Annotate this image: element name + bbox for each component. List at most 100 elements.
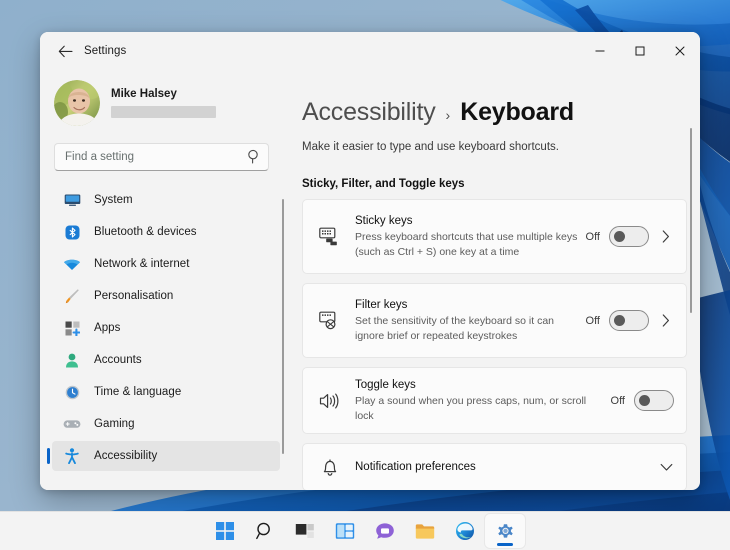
toggle-keys-toggle[interactable] — [634, 390, 674, 411]
toggle-knob — [639, 395, 650, 406]
card-title: Sticky keys — [355, 214, 586, 229]
paintbrush-icon — [62, 287, 82, 305]
gamepad-icon — [62, 415, 82, 433]
content-scrollbar[interactable] — [690, 128, 692, 313]
windows-logo-icon — [215, 521, 235, 541]
profile-email-redacted — [111, 106, 216, 118]
card-text: Filter keys Set the sensitivity of the k… — [355, 288, 586, 353]
chevron-right-icon[interactable] — [658, 230, 674, 243]
card-toggle-keys[interactable]: Toggle keys Play a sound when you press … — [302, 367, 687, 434]
app-title: Settings — [84, 45, 126, 57]
card-text: Toggle keys Play a sound when you press … — [355, 368, 611, 433]
expander-controls — [658, 463, 674, 472]
sidebar-item-time-language[interactable]: Time & language — [52, 377, 280, 407]
chevron-right-icon[interactable] — [658, 314, 674, 327]
sticky-keys-toggle[interactable] — [609, 226, 649, 247]
profile-name: Mike Halsey — [111, 88, 216, 101]
sidebar: Mike Halsey — [40, 70, 288, 490]
widgets-icon — [335, 522, 355, 540]
minimize-button[interactable] — [580, 32, 620, 70]
card-notification-preferences[interactable]: Notification preferences — [302, 443, 687, 490]
accessibility-icon — [62, 447, 82, 465]
wifi-icon — [62, 255, 82, 273]
start-button[interactable] — [205, 514, 245, 548]
avatar-photo — [54, 80, 100, 126]
toggle-knob — [614, 315, 625, 326]
sidebar-item-system[interactable]: System — [52, 185, 280, 215]
card-title: Toggle keys — [355, 378, 611, 393]
filter-keys-toggle[interactable] — [609, 310, 649, 331]
sidebar-label: System — [94, 194, 133, 206]
card-controls: Off — [586, 226, 674, 247]
sidebar-item-accessibility[interactable]: Accessibility — [52, 441, 280, 471]
sidebar-item-gaming[interactable]: Gaming — [52, 409, 280, 439]
page-title: Keyboard — [460, 98, 574, 127]
search-input[interactable] — [54, 143, 269, 171]
back-button[interactable] — [50, 38, 80, 64]
sidebar-nav: System Bluetooth & devices — [40, 185, 288, 490]
search-icon[interactable] — [247, 149, 261, 169]
sidebar-item-personalisation[interactable]: Personalisation — [52, 281, 280, 311]
card-text: Sticky keys Press keyboard shortcuts tha… — [355, 204, 586, 269]
task-view-icon — [295, 522, 315, 540]
card-description: Play a sound when you press caps, num, o… — [355, 394, 605, 423]
page-subtitle: Make it easier to type and use keyboard … — [302, 141, 700, 153]
close-icon — [674, 45, 686, 57]
maximize-icon — [634, 45, 646, 57]
taskbar — [0, 511, 730, 550]
apps-icon — [62, 319, 82, 337]
card-text: Notification preferences — [355, 450, 658, 485]
card-filter-keys[interactable]: Filter keys Set the sensitivity of the k… — [302, 283, 687, 358]
card-sticky-keys[interactable]: Sticky keys Press keyboard shortcuts tha… — [302, 199, 687, 274]
toggle-state-label: Off — [586, 315, 600, 327]
arrow-left-icon — [58, 45, 73, 58]
breadcrumb-parent[interactable]: Accessibility — [302, 98, 436, 127]
breadcrumb: Accessibility › Keyboard — [302, 98, 700, 127]
filter-keys-icon — [317, 311, 343, 331]
toggle-knob — [614, 231, 625, 242]
card-title: Filter keys — [355, 298, 586, 313]
minimize-icon — [594, 45, 606, 57]
task-view-button[interactable] — [285, 514, 325, 548]
file-explorer-button[interactable] — [405, 514, 445, 548]
chat-icon — [375, 522, 395, 540]
maximize-button[interactable] — [620, 32, 660, 70]
sidebar-scrollbar[interactable] — [282, 199, 284, 454]
search-icon — [255, 521, 275, 541]
speaker-icon — [317, 392, 343, 410]
sidebar-item-bluetooth-devices[interactable]: Bluetooth & devices — [52, 217, 280, 247]
expander-title: Notification preferences — [355, 460, 658, 475]
gear-icon — [495, 521, 516, 542]
bluetooth-icon — [62, 223, 82, 241]
card-controls: Off — [611, 390, 674, 411]
card-description: Set the sensitivity of the keyboard so i… — [355, 314, 586, 343]
sidebar-label: Apps — [94, 322, 120, 334]
user-profile[interactable]: Mike Halsey — [40, 70, 288, 124]
widgets-button[interactable] — [325, 514, 365, 548]
sidebar-label: Bluetooth & devices — [94, 226, 197, 238]
chevron-down-icon[interactable] — [658, 463, 674, 472]
sidebar-item-accounts[interactable]: Accounts — [52, 345, 280, 375]
edge-icon — [455, 521, 475, 541]
sidebar-item-apps[interactable]: Apps — [52, 313, 280, 343]
toggle-state-label: Off — [611, 395, 625, 407]
card-controls: Off — [586, 310, 674, 331]
settings-taskbar-button[interactable] — [485, 514, 525, 548]
title-bar: Settings — [40, 32, 700, 70]
sticky-keys-icon — [317, 227, 343, 247]
chat-button[interactable] — [365, 514, 405, 548]
settings-window: Settings — [40, 32, 700, 490]
breadcrumb-separator: › — [446, 107, 451, 123]
card-description: Press keyboard shortcuts that use multip… — [355, 230, 586, 259]
clock-icon — [62, 383, 82, 401]
sidebar-label: Time & language — [94, 386, 181, 398]
magnifier-glyph — [247, 149, 261, 164]
person-icon — [62, 351, 82, 369]
sidebar-item-network-internet[interactable]: Network & internet — [52, 249, 280, 279]
search-button[interactable] — [245, 514, 285, 548]
content-pane: Accessibility › Keyboard Make it easier … — [288, 70, 700, 490]
close-button[interactable] — [660, 32, 700, 70]
sidebar-label: Accessibility — [94, 450, 157, 462]
edge-button[interactable] — [445, 514, 485, 548]
sidebar-label: Personalisation — [94, 290, 173, 302]
